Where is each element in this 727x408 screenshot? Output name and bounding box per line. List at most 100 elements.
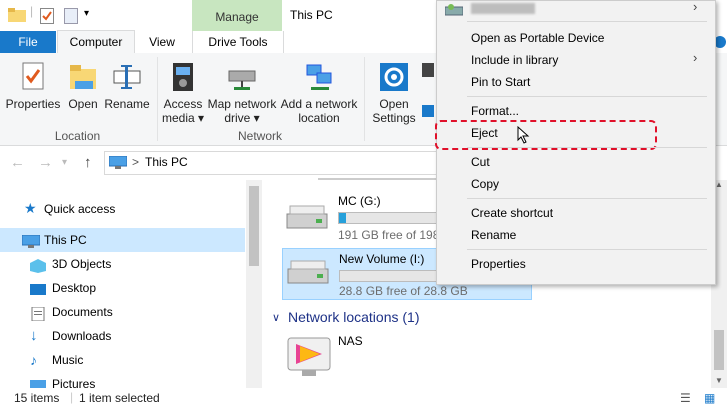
drive-free-space: 28.8 GB free of 28.8 GB [339,284,468,298]
sidebar-item-label: Documents [52,305,113,319]
properties-button[interactable]: Properties [4,61,62,111]
add-network-location-label-2: location [298,111,340,125]
scrollbar-thumb[interactable] [714,330,724,370]
sidebar-item-this-pc[interactable]: This PC [0,228,245,252]
sidebar-item-downloads[interactable]: ↓ Downloads [0,324,245,348]
menu-item-cut[interactable]: Cut [471,155,490,169]
recent-chevron-icon[interactable]: ▾ [62,157,67,168]
sidebar-item-music[interactable]: ♪ Music [0,348,245,372]
back-arrow-icon[interactable]: ← [10,154,25,171]
window-title: This PC [290,8,333,22]
menu-item-create-shortcut[interactable]: Create shortcut [471,206,553,220]
sidebar-item-quick-access[interactable]: ★ Quick access [0,197,245,221]
sidebar-item-pictures[interactable]: Pictures [0,372,245,388]
separator: | [70,390,74,404]
menu-item-pin-to-start[interactable]: Pin to Start [471,75,530,89]
sidebar-item-desktop[interactable]: Desktop [0,276,245,300]
manage-icon[interactable] [422,105,434,117]
star-icon: ★ [24,200,37,216]
desktop-icon [30,281,46,295]
customize-quick-access-chevron-icon[interactable]: ▾ [84,8,89,19]
sidebar-item-label: Quick access [44,202,116,216]
address-input[interactable]: > This PC [104,151,440,175]
properties-icon [17,61,49,93]
sidebar-item-label: 3D Objects [52,257,112,271]
access-media-button[interactable]: Access media ▾ [160,61,206,125]
network-drive-icon [226,61,258,93]
sidebar-item-label: Downloads [52,329,112,343]
menu-item-properties[interactable]: Properties [471,257,526,271]
breadcrumb-this-pc[interactable]: This PC [145,155,188,169]
map-network-drive-label-2: drive [224,111,251,125]
submenu-arrow-icon: › [693,0,698,14]
cube-icon [30,257,46,273]
chevron-down-icon: ▾ [194,111,205,125]
new-folder-icon[interactable] [64,8,78,27]
collapse-chevron-icon[interactable]: ∨ [272,311,280,324]
sidebar-item-label: This PC [44,233,87,247]
mouse-cursor-icon [517,125,531,147]
tiles-view-icon[interactable]: ▦ [704,391,715,405]
music-note-icon: ♪ [30,352,37,368]
menu-separator [467,147,707,148]
scroll-down-icon[interactable]: ▼ [715,376,723,385]
network-location-nas[interactable]: NAS [282,334,482,384]
drive-icon [444,3,464,20]
rename-button[interactable]: Rename [104,61,150,111]
menu-item-format[interactable]: Format... [471,104,519,118]
selection-count: 1 item selected [79,391,160,405]
properties-check-icon[interactable] [40,8,54,27]
sidebar-item-3d-objects[interactable]: 3D Objects [0,252,245,276]
menu-item-open-as-portable-device[interactable]: Open as Portable Device [471,31,604,45]
open-label: Open [68,97,98,111]
open-button[interactable]: Open [64,61,102,111]
access-media-icon [167,61,199,93]
eject-highlight-annotation [435,120,657,150]
tab-view[interactable]: View [140,31,184,53]
media-player-icon [286,334,332,383]
up-arrow-icon[interactable]: ↑ [84,154,92,171]
submenu-arrow-icon: › [693,50,698,65]
navigation-pane: ★ Quick access This PC 3D Objects Deskto… [0,180,262,388]
uninstall-icon[interactable] [422,63,434,77]
menu-item-copy[interactable]: Copy [471,177,499,191]
details-view-icon[interactable]: ☰ [680,391,691,405]
menu-item-rename[interactable]: Rename [471,228,516,242]
context-menu: › Open as Portable Device Include in lib… [435,0,716,285]
tab-computer[interactable]: Computer [57,30,135,55]
tab-manage-context[interactable]: Manage [192,0,282,31]
blurred-device-name [471,3,535,14]
scrollbar-thumb[interactable] [249,186,259,266]
nav-scrollbar[interactable] [246,180,262,388]
access-media-label-2: media [161,111,195,125]
group-divider [157,57,158,141]
drive-name: MC (G:) [338,194,381,208]
menu-separator [467,96,707,97]
location-group-label: Location [54,129,101,143]
open-settings-label-1: Open [379,97,409,111]
hard-drive-icon [286,204,328,230]
scroll-up-icon[interactable]: ▲ [715,180,723,189]
tab-file[interactable]: File [0,31,56,53]
menu-separator [467,21,707,22]
network-locations-header[interactable]: Network locations (1) [288,309,420,325]
folder-icon[interactable] [8,8,26,25]
drive-usage-fill [339,213,347,223]
forward-arrow-icon[interactable]: → [38,154,53,171]
open-settings-button[interactable]: Open Settings [368,61,420,125]
hard-drive-icon [287,259,329,285]
tab-drive-tools[interactable]: Drive Tools [192,31,284,53]
sidebar-item-documents[interactable]: Documents [0,300,245,324]
picture-icon [30,377,46,388]
add-network-location-button[interactable]: Add a network location [280,61,358,125]
open-folder-icon [67,61,99,93]
properties-label: Properties [5,97,61,111]
network-location-icon [303,61,335,93]
chevron-down-icon: ▾ [250,111,260,125]
menu-item-include-in-library[interactable]: Include in library [471,53,558,67]
map-network-drive-button[interactable]: Map network drive ▾ [206,61,278,125]
menu-separator [467,249,707,250]
computer-icon [108,155,128,172]
access-media-label-1: Access [163,97,203,111]
item-count: 15 items [14,391,60,405]
